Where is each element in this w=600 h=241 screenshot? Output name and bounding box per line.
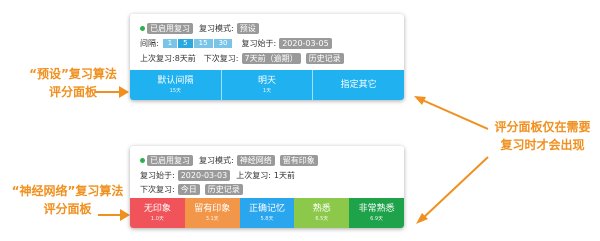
mode-value-tag[interactable]: 预设 — [236, 23, 259, 34]
neural-dates-row: 复习始于: 2020-03-03 上次复习: 1天前 — [140, 170, 295, 181]
interval-option[interactable]: 5 — [178, 39, 194, 48]
button-label: 明天 — [258, 76, 277, 86]
start-label: 复习始于: — [140, 171, 175, 180]
interval-segment[interactable]: 1 5 15 30 — [162, 39, 234, 48]
button-sublabel: 6.5天 — [315, 216, 329, 222]
neural-arrowhead-icon — [120, 209, 130, 221]
note-annotation-line2: 复习时才会出现 — [500, 138, 585, 152]
next-review-label: 下次复习: — [203, 54, 239, 63]
mode-label: 复习模式: — [199, 24, 234, 33]
interval-option[interactable]: 1 — [162, 39, 179, 48]
next-review-tag[interactable]: 今日 — [177, 184, 200, 195]
button-sublabel: 1天 — [262, 88, 272, 94]
status-dot-icon — [140, 26, 145, 31]
status-dot-icon — [140, 158, 145, 163]
note-arrows-icon — [414, 96, 489, 224]
button-sublabel: 1.0天 — [150, 216, 164, 222]
note-annotation: 评分面板仅在需要 复习时才会出现 — [485, 118, 600, 154]
neural-annotation: “神经网络”复习算法 评分面板 — [0, 182, 135, 218]
button-label: 指定其它 — [340, 80, 377, 90]
last-review-label: 上次复习: — [236, 171, 271, 180]
preset-history-row: 上次复习: 8天前 下次复习: 7天前（逾期） 历史记录 — [140, 53, 344, 64]
last-review-value: 1天前 — [273, 171, 295, 180]
review-enabled-tag[interactable]: 已启用复习 — [147, 155, 193, 166]
rating-no-impression-button[interactable]: 无印象 1.0天 — [130, 198, 185, 228]
last-review-label: 上次复习: — [140, 54, 175, 63]
tomorrow-button[interactable]: 明天 1天 — [221, 70, 314, 100]
preset-annotation: “预设”复习算法 评分面板 — [18, 65, 128, 101]
preset-annotation-line1: “预设”复习算法 — [29, 67, 117, 81]
start-label: 复习始于: — [241, 39, 277, 48]
history-button[interactable]: 历史记录 — [204, 184, 243, 195]
button-label: 留有印象 — [194, 204, 231, 214]
preset-interval-row: 间隔: 1 5 15 30 复习始于: 2020-03-05 — [140, 38, 332, 49]
preset-arrowhead-icon — [119, 86, 129, 98]
next-review-tag[interactable]: 7天前（逾期） — [241, 53, 301, 64]
interval-option[interactable]: 30 — [213, 39, 234, 48]
start-date-tag[interactable]: 2020-03-03 — [177, 170, 231, 181]
mode-value-tag[interactable]: 神经网络 — [236, 155, 275, 166]
neural-button-bar: 无印象 1.0天 留有印象 3.1天 正确记忆 5.8天 熟悉 6.5天 非常熟… — [130, 198, 404, 228]
button-sublabel: 5.8天 — [260, 216, 274, 222]
note-annotation-line1: 评分面板仅在需要 — [494, 120, 591, 134]
rating-familiar-button[interactable]: 熟悉 6.5天 — [294, 198, 350, 228]
last-review-value: 8天前 — [174, 54, 196, 63]
interval-option[interactable]: 15 — [193, 39, 214, 48]
review-enabled-tag[interactable]: 已启用复习 — [147, 23, 193, 34]
specify-other-button[interactable]: 指定其它 — [313, 70, 404, 100]
rating-correct-memory-button[interactable]: 正确记忆 5.8天 — [239, 198, 295, 228]
neural-status-row: 已启用复习 复习模式: 神经网络 留有印象 — [140, 155, 318, 166]
next-review-label: 下次复习: — [140, 185, 175, 194]
default-interval-button[interactable]: 默认间隔 15天 — [130, 70, 222, 100]
button-label: 正确记忆 — [248, 204, 285, 214]
neural-next-row: 下次复习: 今日 历史记录 — [140, 184, 243, 195]
button-sublabel: 3.1天 — [205, 216, 219, 222]
preset-button-bar: 默认间隔 15天 明天 1天 指定其它 — [130, 70, 404, 100]
preset-rating-panel: 已启用复习 复习模式: 预设 间隔: 1 5 15 30 复习始于: 2020-… — [130, 14, 404, 100]
start-date-tag[interactable]: 2020-03-05 — [279, 38, 332, 49]
mode-label: 复习模式: — [199, 156, 234, 165]
button-label: 非常熟悉 — [358, 204, 395, 214]
interval-label: 间隔: — [140, 39, 159, 48]
button-label: 熟悉 — [312, 204, 331, 214]
button-sublabel: 6.9天 — [370, 216, 384, 222]
button-label: 默认间隔 — [157, 76, 194, 86]
history-button[interactable]: 历史记录 — [305, 53, 344, 64]
neural-annotation-line1: “神经网络”复习算法 — [11, 184, 124, 198]
impression-tag[interactable]: 留有印象 — [279, 155, 318, 166]
rating-some-impression-button[interactable]: 留有印象 3.1天 — [184, 198, 240, 228]
button-sublabel: 15天 — [169, 88, 182, 94]
neural-rating-panel: 已启用复习 复习模式: 神经网络 留有印象 复习始于: 2020-03-03 上… — [130, 146, 404, 228]
preset-status-row: 已启用复习 复习模式: 预设 — [140, 23, 259, 34]
button-label: 无印象 — [143, 204, 171, 214]
rating-very-familiar-button[interactable]: 非常熟悉 6.9天 — [349, 198, 404, 228]
